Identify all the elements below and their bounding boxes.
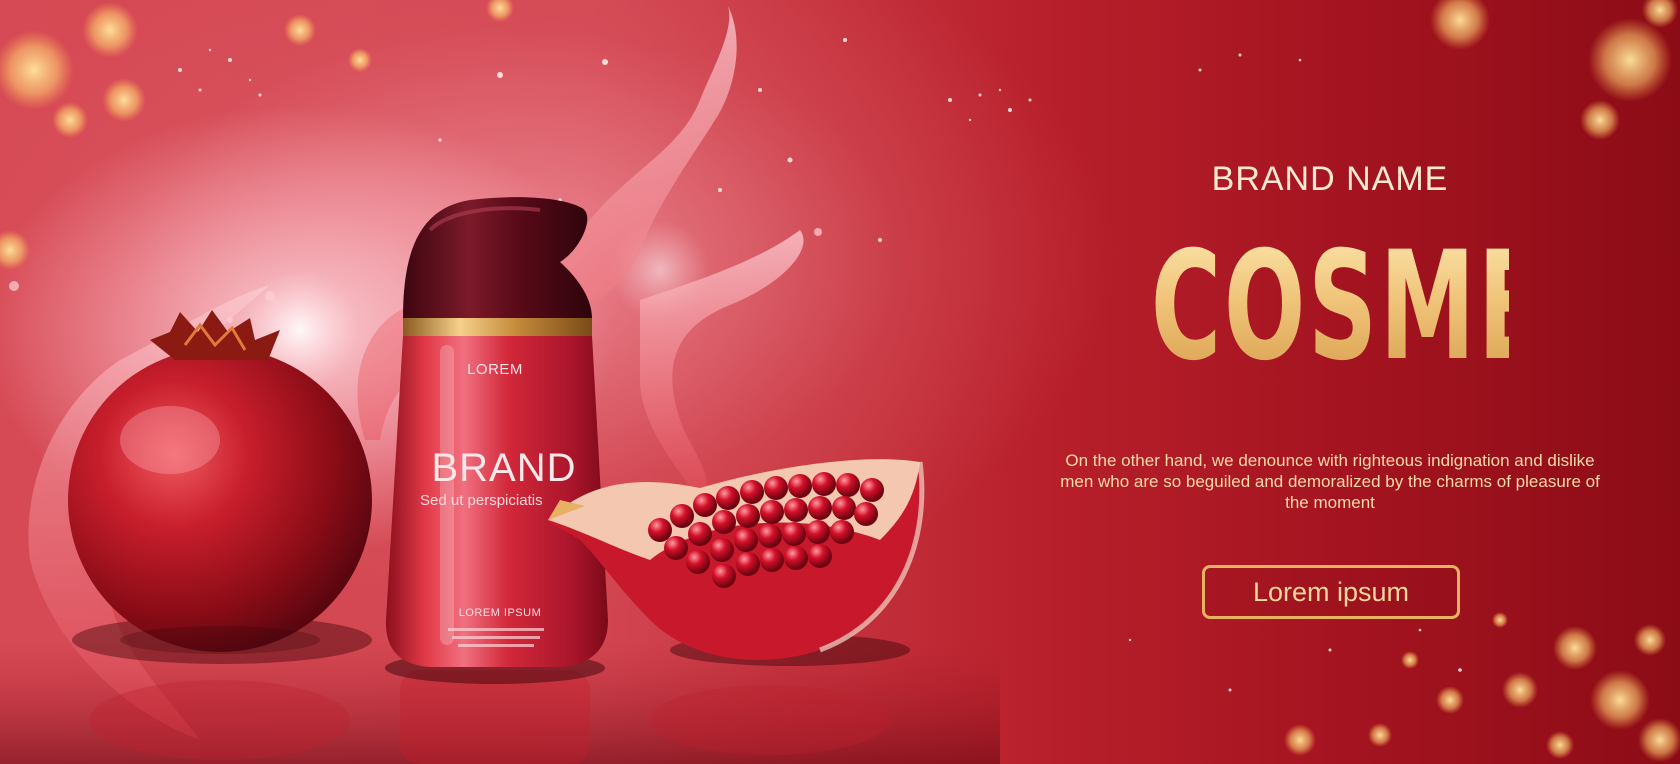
headline: COSMETIC: [1150, 220, 1680, 394]
bottle-tagline: Sed ut perspiciatis: [420, 492, 543, 509]
bottle-bottom-label: LOREM IPSUM: [458, 607, 542, 619]
product-scene: [0, 6, 1000, 764]
cta-button[interactable]: Lorem ipsum: [1202, 565, 1460, 619]
bottle-top-label: LOREM: [467, 361, 523, 378]
bottle-brand-label: BRAND: [431, 446, 577, 490]
brand-name: BRAND NAME: [1211, 160, 1449, 198]
cosmetic-banner: LOREM BRAND Sed ut perspiciatis LOREM IP…: [0, 0, 1680, 764]
description: On the other hand, we denounce with righ…: [1060, 451, 1600, 512]
pomegranate-whole-icon: [68, 310, 372, 664]
